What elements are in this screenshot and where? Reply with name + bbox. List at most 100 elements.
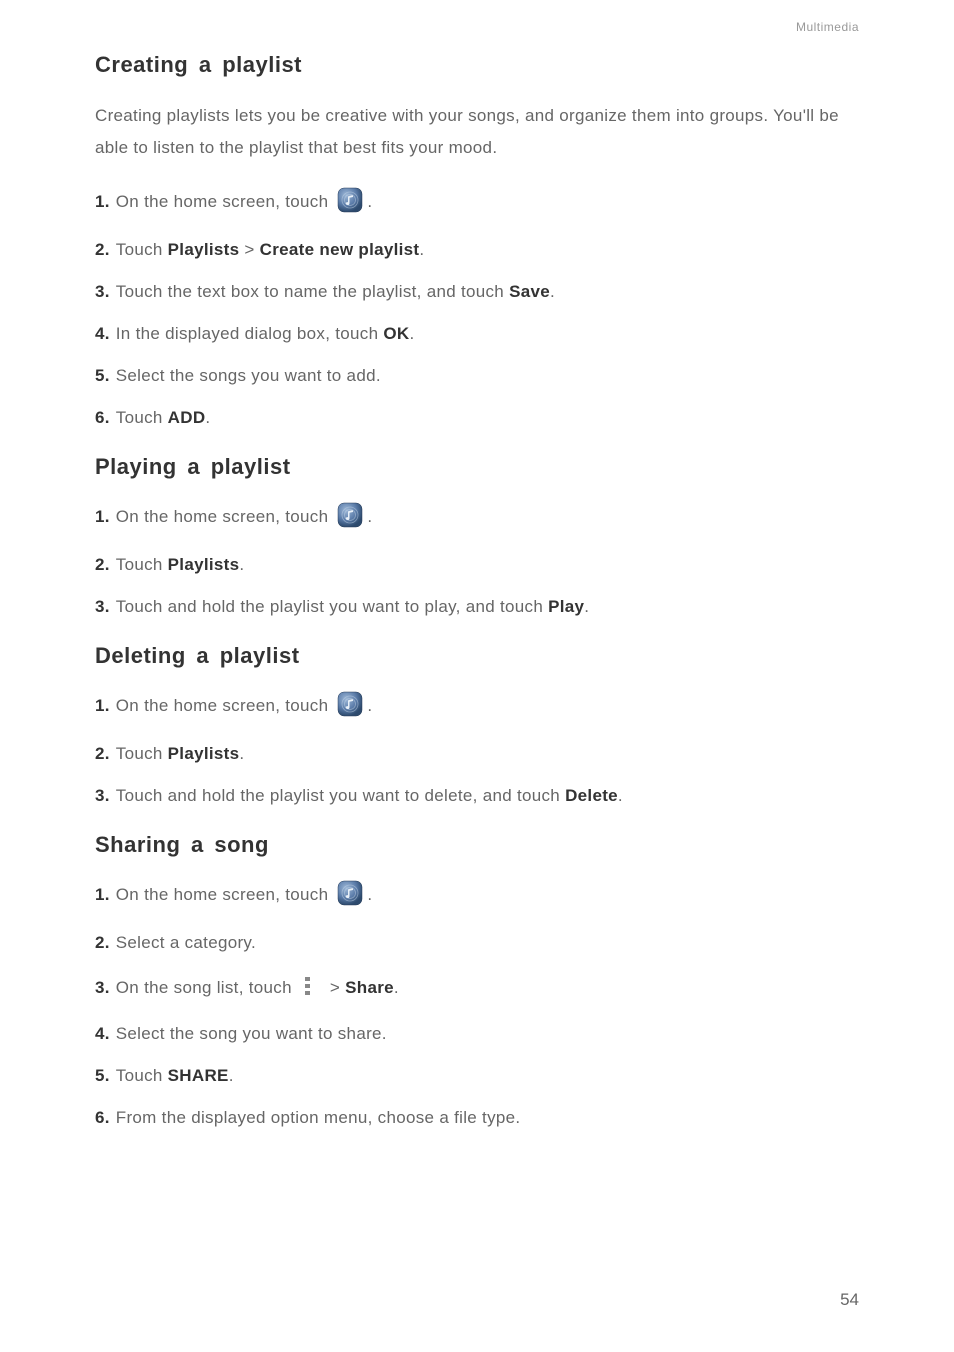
overflow-menu-icon	[305, 975, 317, 1002]
step-number: 6.	[95, 408, 110, 428]
step-bold-text: Playlists	[168, 240, 240, 260]
step-item: 1. On the home screen, touch .	[95, 880, 859, 911]
step-item: 1. On the home screen, touch .	[95, 502, 859, 533]
step-bold-text: ADD	[168, 408, 206, 428]
step-item: 1. On the home screen, touch .	[95, 187, 859, 218]
step-number: 1.	[95, 696, 110, 716]
step-text: .	[550, 282, 555, 302]
step-number: 2.	[95, 555, 110, 575]
step-number: 3.	[95, 786, 110, 806]
step-text: .	[367, 885, 372, 905]
step-number: 4.	[95, 324, 110, 344]
step-text: Select the song you want to share.	[116, 1024, 387, 1044]
step-text: .	[394, 978, 399, 998]
section: Sharing a song 1. On the home screen, touc…	[95, 832, 859, 1128]
step-item: 1. On the home screen, touch .	[95, 691, 859, 722]
step-text: .	[239, 555, 244, 575]
step-text: .	[618, 786, 623, 806]
section-heading: Playing a playlist	[95, 454, 859, 480]
step-bold-text: Playlists	[168, 555, 240, 575]
step-text: From the displayed option menu, choose a…	[116, 1108, 521, 1128]
step-item: 4. Select the song you want to share.	[95, 1024, 859, 1044]
step-text: On the home screen, touch	[116, 885, 334, 905]
step-bold-text: Save	[509, 282, 550, 302]
step-bold-text: Play	[548, 597, 584, 617]
step-number: 5.	[95, 1066, 110, 1086]
header-category: Multimedia	[95, 20, 859, 34]
step-item: 2. Select a category.	[95, 933, 859, 953]
step-item: 5. Touch SHARE.	[95, 1066, 859, 1086]
section: Deleting a playlist1.On the home screen,…	[95, 643, 859, 806]
step-number: 5.	[95, 366, 110, 386]
music-app-icon	[337, 187, 363, 218]
step-item: 6.Touch ADD.	[95, 408, 859, 428]
step-text: Touch	[116, 1066, 168, 1086]
step-number: 1.	[95, 507, 110, 527]
page-number: 54	[840, 1290, 859, 1310]
step-bold-text: OK	[383, 324, 409, 344]
step-number: 2.	[95, 240, 110, 260]
step-bold-text: Delete	[565, 786, 618, 806]
step-text: .	[239, 744, 244, 764]
step-text: >	[325, 978, 345, 998]
step-item: 3. Touch and hold the playlist you want t…	[95, 597, 859, 617]
step-number: 3.	[95, 282, 110, 302]
step-bold-text: Share	[345, 978, 394, 998]
step-item: 3. On the song list, touch > Share.	[95, 975, 859, 1002]
step-text: .	[367, 507, 372, 527]
step-item: 4. In the displayed dialog box, touch OK.	[95, 324, 859, 344]
step-text: Select a category.	[116, 933, 256, 953]
music-app-icon	[337, 880, 363, 911]
step-item: 2. Touch Playlists > Create new playlist.	[95, 240, 859, 260]
step-text: Touch and hold the playlist you want to …	[116, 597, 548, 617]
step-number: 6.	[95, 1108, 110, 1128]
step-number: 1.	[95, 885, 110, 905]
step-text: Touch the text box to name the playlist,…	[116, 282, 509, 302]
step-number: 3.	[95, 597, 110, 617]
step-text: .	[419, 240, 424, 260]
step-bold-text: SHARE	[168, 1066, 229, 1086]
section: Creating a playlist Creating playlists le…	[95, 52, 859, 428]
step-number: 4.	[95, 1024, 110, 1044]
step-number: 2.	[95, 933, 110, 953]
step-text: >	[239, 240, 259, 260]
step-number: 2.	[95, 744, 110, 764]
step-item: 3. Touch the text box to name the playlis…	[95, 282, 859, 302]
step-text: .	[409, 324, 414, 344]
step-number: 1.	[95, 192, 110, 212]
step-text: On the home screen, touch	[116, 192, 334, 212]
step-text: Touch	[116, 240, 168, 260]
music-app-icon	[337, 691, 363, 717]
step-bold-text: Playlists	[168, 744, 240, 764]
step-text: Touch	[116, 555, 168, 575]
step-item: 6. From the displayed option menu, choose…	[95, 1108, 859, 1128]
step-item: 2. Touch Playlists.	[95, 744, 859, 764]
step-number: 3.	[95, 978, 110, 998]
step-text: .	[367, 192, 372, 212]
step-text: On the home screen, touch	[116, 507, 334, 527]
section-heading: Creating a playlist	[95, 52, 859, 78]
step-text: In the displayed dialog box, touch	[116, 324, 384, 344]
section: Playing a playlist 1. On the home screen, …	[95, 454, 859, 617]
music-app-icon	[337, 502, 363, 528]
step-text: Touch	[116, 408, 168, 428]
section-heading: Sharing a song	[95, 832, 859, 858]
step-text: .	[229, 1066, 234, 1086]
step-text: On the song list, touch	[116, 978, 297, 998]
page-content: Multimedia Creating a playlist Creating p…	[0, 0, 954, 1128]
step-item: 3. Touch and hold the playlist you want t…	[95, 786, 859, 806]
step-text: .	[367, 696, 372, 716]
step-text: Touch and hold the playlist you want to …	[116, 786, 565, 806]
step-bold-text: Create new playlist	[260, 240, 420, 260]
overflow-menu-icon	[305, 975, 311, 997]
music-app-icon	[337, 880, 363, 906]
step-text: Touch	[116, 744, 168, 764]
music-app-icon	[337, 691, 363, 722]
step-text: On the home screen, touch	[116, 696, 334, 716]
music-app-icon	[337, 502, 363, 533]
step-item: 2. Touch Playlists.	[95, 555, 859, 575]
music-app-icon	[337, 187, 363, 213]
section-intro: Creating playlists lets you be creative …	[95, 100, 859, 165]
step-text: Select the songs you want to add.	[116, 366, 381, 386]
step-item: 5. Select the songs you want to add.	[95, 366, 859, 386]
